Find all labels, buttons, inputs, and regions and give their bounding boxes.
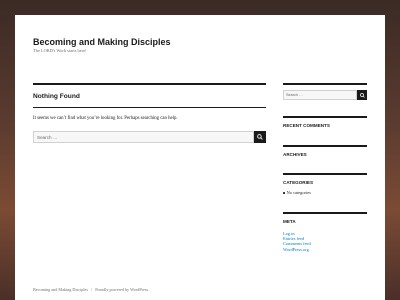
category-item: No categories [286, 190, 311, 195]
sidebar-search-input[interactable]: Search … [283, 90, 357, 100]
not-found-message: It seems we can’t find what you’re looki… [33, 116, 178, 121]
meta-links: Log in Entries feed Comments feed WordPr… [283, 231, 311, 252]
meta-link-wordpress[interactable]: WordPress.org [283, 247, 311, 252]
site-description: The LORD's Work starts here! [33, 48, 87, 53]
categories-list: No categories [283, 190, 311, 195]
footer-powered-by[interactable]: Proudly powered by WordPress [95, 287, 148, 292]
main-search-button[interactable] [254, 131, 266, 143]
main-search-input[interactable]: Search … [33, 131, 254, 143]
page-title: Nothing Found [33, 93, 80, 100]
content-top-rule [33, 83, 266, 85]
meta-title: META [283, 219, 296, 224]
sidebar-search-button[interactable] [357, 90, 367, 100]
main-search-form: Search … [33, 131, 266, 143]
archives-rule [283, 145, 367, 147]
footer-site-name[interactable]: Becoming and Making Disciples [33, 287, 88, 292]
recent-comments-title: RECENT COMMENTS [283, 123, 330, 128]
page-container: Becoming and Making Disciples The LORD's… [15, 15, 385, 300]
site-footer: Becoming and Making Disciples / Proudly po… [33, 287, 148, 292]
bullet-icon [283, 192, 285, 194]
meta-rule [283, 212, 367, 214]
footer-separator: / [91, 287, 93, 292]
search-icon [359, 92, 365, 98]
archives-title: ARCHIVES [283, 152, 307, 157]
sidebar-top-rule [283, 83, 367, 85]
categories-rule [283, 173, 367, 175]
sidebar-search-form: Search … [283, 90, 367, 100]
site-title[interactable]: Becoming and Making Disciples [33, 37, 171, 47]
search-icon [257, 134, 263, 140]
categories-title: CATEGORIES [283, 180, 314, 185]
meta-link-comments-feed[interactable]: Comments feed [283, 241, 311, 246]
recent-comments-rule [283, 116, 367, 118]
title-rule [33, 107, 266, 108]
